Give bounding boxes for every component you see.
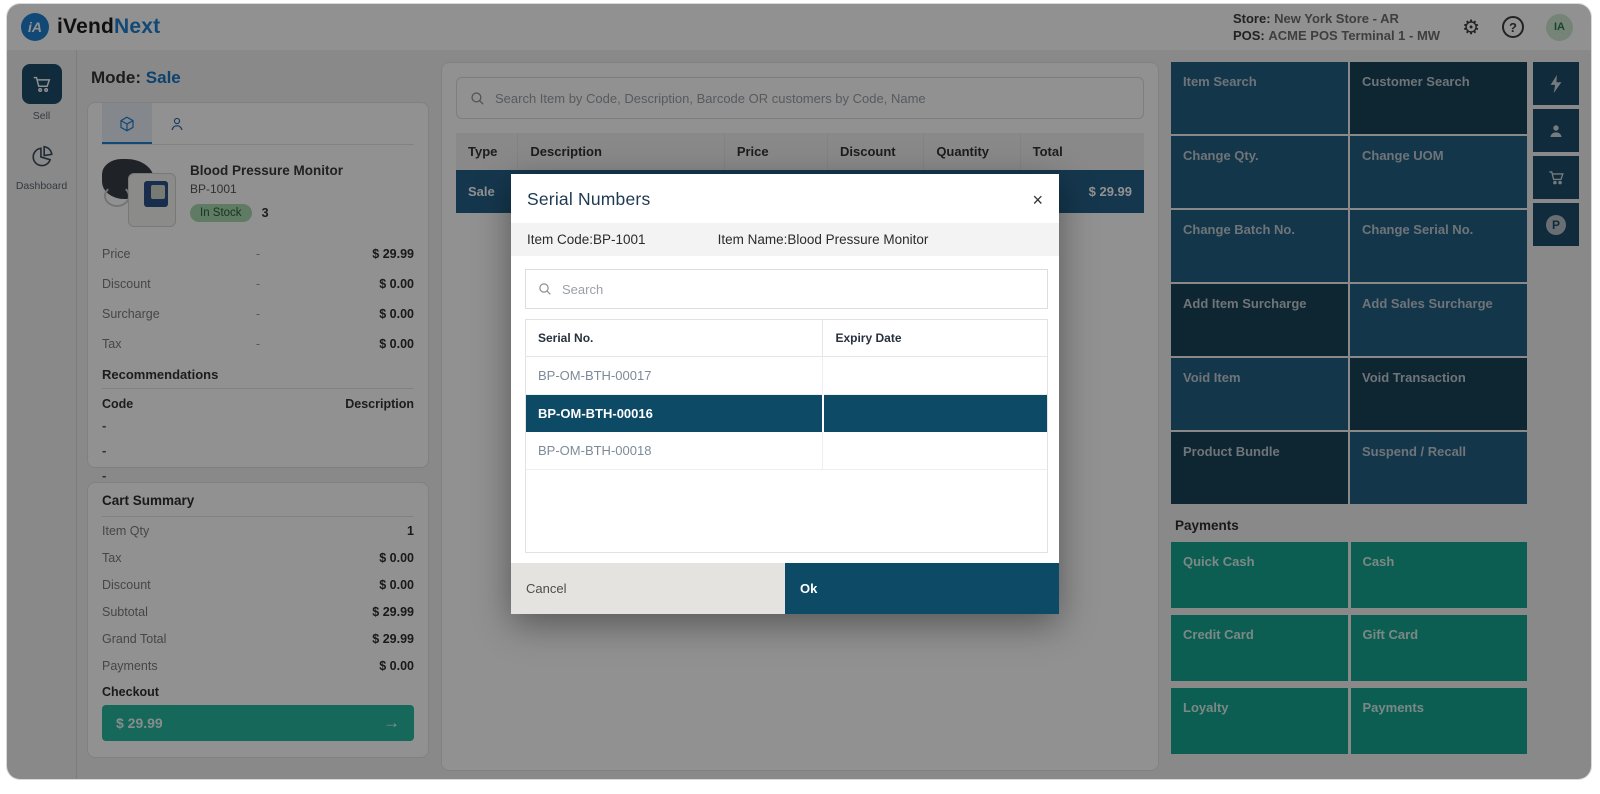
item-name-value: Blood Pressure Monitor: [787, 232, 928, 247]
app-window: iA iVendNext Store: New York Store - AR …: [6, 3, 1592, 780]
serial-search-bar[interactable]: [525, 269, 1048, 309]
serial-no-cell: BP-OM-BTH-00018: [526, 432, 823, 470]
search-icon: [537, 281, 553, 297]
serial-search-input[interactable]: [562, 282, 1036, 297]
serial-table-container: Serial No. Expiry Date BP-OM-BTH-00017 B…: [525, 319, 1048, 553]
item-code-label: Item Code:: [527, 232, 593, 247]
serial-no-cell: BP-OM-BTH-00016: [526, 395, 823, 433]
col-serial-no: Serial No.: [526, 320, 823, 357]
serial-numbers-modal: Serial Numbers × Item Code:BP-1001 Item …: [511, 174, 1059, 614]
cancel-button[interactable]: Cancel: [511, 563, 785, 614]
serial-table-header: Serial No. Expiry Date: [526, 320, 1047, 357]
serial-row[interactable]: BP-OM-BTH-00017: [526, 357, 1047, 395]
expiry-date-cell: [823, 432, 1047, 470]
serial-no-cell: BP-OM-BTH-00017: [526, 357, 823, 395]
close-icon[interactable]: ×: [1032, 191, 1043, 209]
serial-row-selected[interactable]: BP-OM-BTH-00016: [526, 395, 1047, 433]
expiry-date-cell: [823, 357, 1047, 395]
ok-button[interactable]: Ok: [785, 563, 1059, 614]
item-code-value: BP-1001: [593, 232, 646, 247]
serial-table: Serial No. Expiry Date BP-OM-BTH-00017 B…: [526, 320, 1047, 470]
item-name-label: Item Name:: [718, 232, 788, 247]
modal-title: Serial Numbers: [527, 189, 650, 210]
expiry-date-cell: [823, 395, 1047, 433]
serial-row[interactable]: BP-OM-BTH-00018: [526, 432, 1047, 470]
col-expiry-date: Expiry Date: [823, 320, 1047, 357]
modal-item-info: Item Code:BP-1001 Item Name:Blood Pressu…: [511, 223, 1059, 256]
